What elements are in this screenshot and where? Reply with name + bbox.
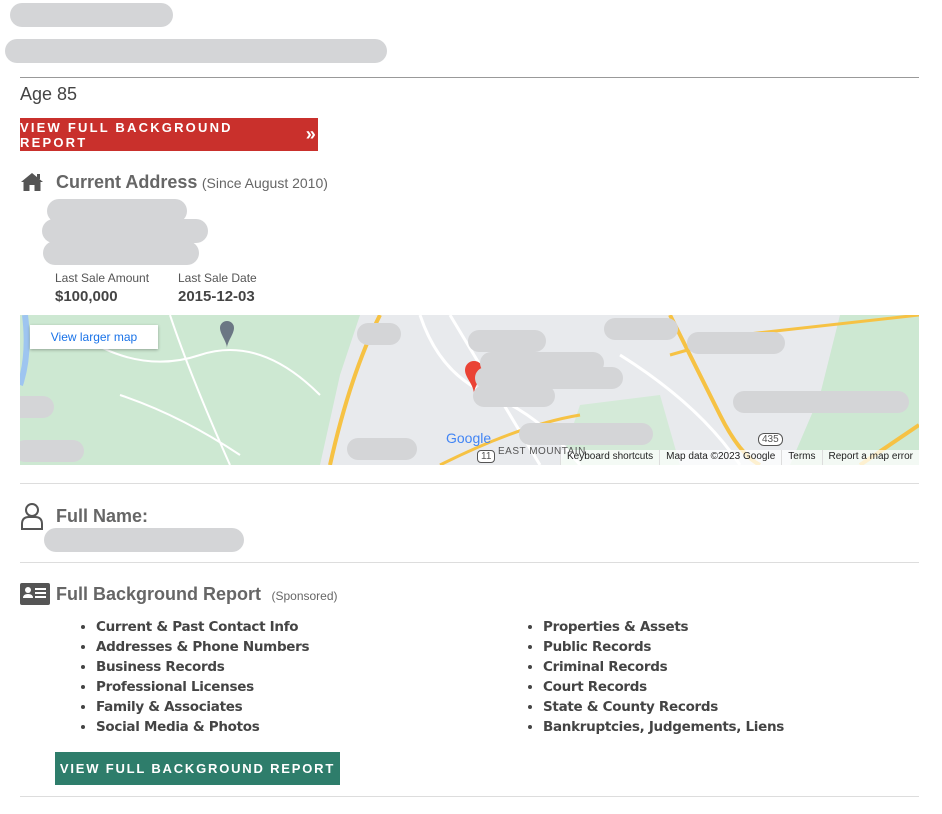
last-sale-date-label: Last Sale Date — [178, 271, 257, 285]
redacted-full-name — [44, 528, 244, 552]
redacted-header — [10, 3, 173, 27]
list-item: Family & Associates — [96, 697, 309, 717]
divider — [20, 77, 919, 78]
redacted-map-label — [468, 330, 546, 352]
last-sale-date: 2015-12-03 — [178, 288, 255, 305]
redacted-map-label — [473, 385, 555, 407]
view-report-label: VIEW FULL BACKGROUND REPORT — [20, 119, 233, 150]
report-features-left: Current & Past Contact Info Addresses & … — [76, 617, 310, 737]
divider — [20, 483, 919, 484]
list-item: Criminal Records — [543, 657, 784, 677]
redacted-map-label — [357, 323, 401, 345]
redacted-address-line — [42, 219, 208, 243]
address-since: (Since August 2010) — [201, 175, 328, 191]
double-chevron-right-icon: » — [305, 124, 318, 144]
report-map-error-link[interactable]: Report a map error — [821, 450, 919, 465]
report-features-right: Properties & Assets Public Records Crimi… — [523, 617, 784, 737]
map-attribution: Keyboard shortcuts Map data ©2023 Google… — [559, 450, 919, 465]
redacted-map-label — [519, 423, 653, 445]
map-data-text: Map data ©2023 Google — [659, 450, 781, 465]
route-435-shield: 435 — [758, 433, 783, 446]
redacted-map-label — [604, 318, 678, 340]
address-title: Current Address — [56, 172, 198, 192]
id-card-icon — [20, 583, 50, 605]
list-item: Social Media & Photos — [96, 717, 309, 737]
map[interactable]: View larger map Google 11 435 Keyboard s… — [20, 315, 919, 465]
user-icon — [21, 503, 43, 530]
list-item: Addresses & Phone Numbers — [96, 637, 310, 657]
divider — [20, 562, 919, 563]
redacted-map-label — [347, 438, 417, 460]
view-report-button[interactable]: VIEW FULL BACKGROUND REPORT » — [20, 118, 318, 151]
view-report-button-bottom[interactable]: VIEW FULL BACKGROUND REPORT — [55, 752, 340, 785]
redacted-map-label — [20, 396, 54, 418]
list-item: Public Records — [543, 637, 784, 657]
home-icon — [21, 173, 43, 191]
list-item: Current & Past Contact Info — [96, 617, 309, 637]
terms-link[interactable]: Terms — [781, 450, 821, 465]
divider — [20, 796, 919, 797]
view-larger-map-link[interactable]: View larger map — [30, 325, 158, 349]
list-item: State & County Records — [543, 697, 784, 717]
list-item: Bankruptcies, Judgements, Liens — [543, 717, 784, 737]
redacted-subheader — [5, 39, 387, 63]
redacted-map-label — [687, 332, 785, 354]
google-logo: Google — [446, 430, 492, 446]
last-sale-amount: $100,000 — [55, 288, 118, 305]
age: Age 85 — [20, 84, 78, 104]
list-item: Business Records — [96, 657, 309, 677]
last-sale-amount-label: Last Sale Amount — [55, 271, 150, 285]
list-item: Professional Licenses — [96, 677, 309, 697]
route-11-shield: 11 — [477, 450, 496, 463]
list-item: Properties & Assets — [543, 617, 784, 637]
report-title: Full Background Report — [56, 584, 262, 604]
redacted-map-label — [20, 440, 84, 462]
redacted-map-label — [733, 391, 909, 413]
place-label: EAST MOUNTAIN — [498, 446, 586, 457]
list-item: Court Records — [543, 677, 784, 697]
full-name-title: Full Name: — [56, 506, 149, 526]
address-heading: Current Address (Since August 2010) — [56, 172, 328, 193]
report-heading: Full Background Report (Sponsored) — [56, 584, 338, 605]
redacted-address-line — [43, 241, 199, 265]
sponsored-label: (Sponsored) — [271, 589, 338, 603]
